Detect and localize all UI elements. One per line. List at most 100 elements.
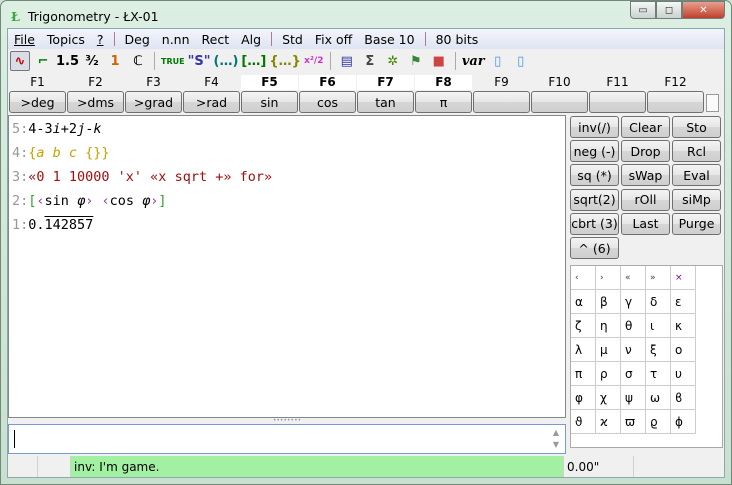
character-cell[interactable]: υ: [671, 362, 696, 386]
stack-level[interactable]: 3: «0 1 10000 'x' «x sqrt +» for»: [12, 166, 272, 188]
fkey-button[interactable]: [589, 91, 646, 113]
keypad-button[interactable]: Clear: [621, 116, 670, 138]
character-cell[interactable]: «: [621, 266, 646, 290]
keypad-button[interactable]: sqrt(2): [570, 188, 619, 211]
menu-display-mode[interactable]: Std: [276, 32, 309, 47]
character-cell[interactable]: σ: [621, 362, 646, 386]
fkey-button[interactable]: [647, 91, 704, 113]
cube-icon[interactable]: ■: [429, 51, 449, 71]
character-cell[interactable]: ω: [646, 386, 671, 410]
character-cell[interactable]: λ: [571, 338, 596, 362]
boolean-icon[interactable]: TRUE: [161, 51, 185, 71]
string-icon[interactable]: "S": [188, 51, 211, 71]
character-cell[interactable]: ϱ: [646, 410, 671, 434]
program-icon[interactable]: (…): [214, 51, 239, 71]
character-cell[interactable]: γ: [621, 290, 646, 314]
character-cell[interactable]: »: [646, 266, 671, 290]
character-cell[interactable]: χ: [596, 386, 621, 410]
character-cell[interactable]: ϕ: [671, 410, 696, 434]
menu-angle-mode[interactable]: Deg: [119, 32, 156, 47]
document-icon[interactable]: ▯: [511, 51, 531, 71]
keypad-button[interactable]: Eval: [672, 164, 721, 187]
sum-icon[interactable]: Σ: [360, 51, 380, 71]
character-cell[interactable]: τ: [646, 362, 671, 386]
close-button[interactable]: ✕: [682, 1, 725, 19]
keypad-button[interactable]: siMp: [672, 188, 721, 211]
decimal-icon[interactable]: 1.5: [56, 51, 79, 71]
stack-level[interactable]: 1: 0. 142857: [12, 214, 93, 236]
menu-number-mode[interactable]: n.nn: [156, 32, 196, 47]
character-cell[interactable]: ϰ: [596, 410, 621, 434]
character-cell[interactable]: ξ: [646, 338, 671, 362]
fraction-icon[interactable]: ³⁄₂: [82, 51, 102, 71]
maximize-button[interactable]: ◻: [656, 1, 682, 19]
fkey-button[interactable]: >grad: [125, 91, 182, 113]
keypad-button[interactable]: Drop: [621, 140, 670, 163]
keypad-button[interactable]: Rcl: [672, 140, 721, 163]
fkey-button[interactable]: sin: [241, 91, 298, 113]
minimize-button[interactable]: ▭: [630, 1, 656, 19]
stack-level[interactable]: 5: 4-3 i +2 j - k: [12, 118, 101, 140]
character-cell[interactable]: ›: [596, 266, 621, 290]
expression-icon[interactable]: x²/2: [304, 51, 324, 71]
document-icon[interactable]: ▯: [488, 51, 508, 71]
menu-file[interactable]: File: [8, 32, 41, 47]
character-cell[interactable]: κ: [671, 314, 696, 338]
menu-coord-mode[interactable]: Rect: [196, 32, 236, 47]
character-cell[interactable]: ψ: [621, 386, 646, 410]
character-cell[interactable]: β: [596, 290, 621, 314]
tree-icon[interactable]: ✲: [383, 51, 403, 71]
list-icon[interactable]: {…}: [269, 51, 301, 71]
plot-icon[interactable]: ⌐: [33, 51, 53, 71]
character-cell[interactable]: ν: [621, 338, 646, 362]
keypad-button[interactable]: Last: [621, 212, 670, 235]
stack-level[interactable]: 2: [‹ sin φ › ‹ cos φ ›]: [12, 190, 167, 212]
graph-icon[interactable]: ∿: [10, 51, 30, 71]
character-cell[interactable]: ϐ: [671, 386, 696, 410]
keypad-button[interactable]: Purge: [672, 212, 721, 235]
input-scrollbar[interactable]: ▲ ▼: [549, 427, 563, 451]
stack-level[interactable]: 4: {a b c {}}: [12, 142, 110, 164]
keypad-button[interactable]: rOll: [621, 188, 670, 211]
character-cell[interactable]: ο: [671, 338, 696, 362]
menu-topics[interactable]: Topics: [41, 32, 91, 47]
keypad-button[interactable]: cbrt (3): [570, 212, 619, 235]
integer-icon[interactable]: 1: [105, 51, 125, 71]
stack-display[interactable]: 5: 4-3 i +2 j - k 4: {a b c {}} 3: «0 1 10000 '…: [8, 115, 566, 418]
fkey-button[interactable]: >dms: [67, 91, 124, 113]
menu-alg-mode[interactable]: Alg: [235, 32, 267, 47]
character-cell[interactable]: α: [571, 290, 596, 314]
stack-icon[interactable]: ▤: [337, 51, 357, 71]
character-cell[interactable]: ϖ: [621, 410, 646, 434]
keypad-button[interactable]: sWap: [621, 164, 670, 187]
fkey-button[interactable]: tan: [357, 91, 414, 113]
keypad-button[interactable]: sq (*): [570, 164, 619, 187]
character-cell[interactable]: ε: [671, 290, 696, 314]
character-cell[interactable]: φ: [571, 386, 596, 410]
command-input[interactable]: ▲ ▼: [8, 424, 566, 454]
character-cell[interactable]: θ: [621, 314, 646, 338]
menu-bits[interactable]: 80 bits: [430, 32, 485, 47]
menu-base-mode[interactable]: Base 10: [358, 32, 420, 47]
complex-icon[interactable]: ℂ: [128, 51, 148, 71]
fkey-button[interactable]: [473, 91, 530, 113]
character-cell[interactable]: ζ: [571, 314, 596, 338]
character-cell[interactable]: ϑ: [571, 410, 596, 434]
keypad-button[interactable]: Sto: [672, 116, 721, 138]
document-icon[interactable]: [706, 94, 719, 112]
keypad-button[interactable]: inv(/): [570, 116, 619, 138]
character-cell[interactable]: ι: [646, 314, 671, 338]
keypad-button[interactable]: neg (-): [570, 140, 619, 163]
fkey-button[interactable]: >deg: [9, 91, 66, 113]
fkey-button[interactable]: cos: [299, 91, 356, 113]
menu-fix-mode[interactable]: Fix off: [309, 32, 358, 47]
flag-icon[interactable]: ⚑: [406, 51, 426, 71]
character-cell[interactable]: ρ: [596, 362, 621, 386]
fkey-button[interactable]: [531, 91, 588, 113]
menu-help[interactable]: ?: [91, 32, 110, 47]
character-cell[interactable]: ×: [671, 266, 696, 290]
vector-icon[interactable]: […]: [241, 51, 266, 71]
var-icon[interactable]: var: [462, 51, 485, 71]
keypad-button[interactable]: ^ (6): [570, 237, 619, 259]
fkey-button[interactable]: >rad: [183, 91, 240, 113]
